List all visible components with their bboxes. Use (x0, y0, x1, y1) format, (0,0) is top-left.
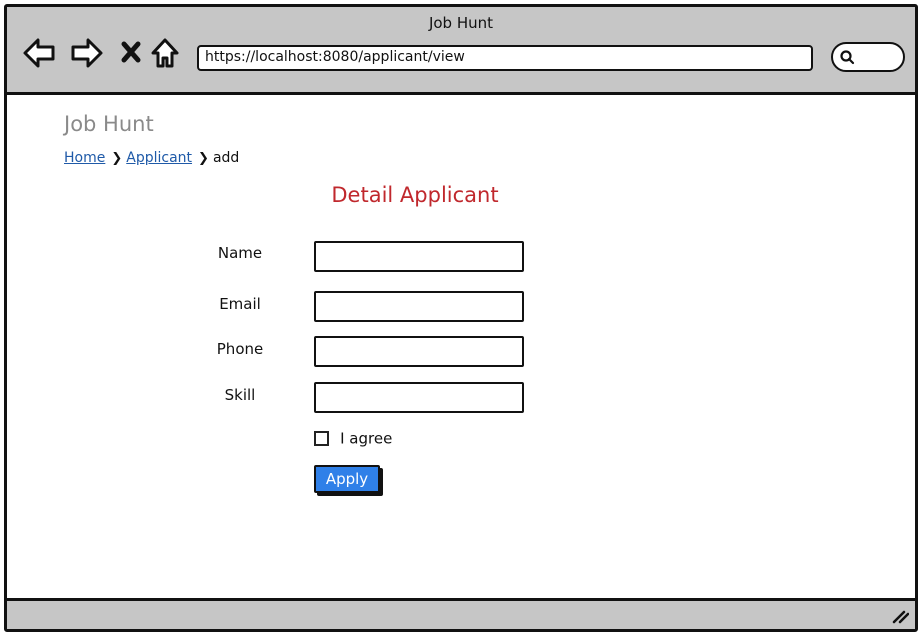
breadcrumb-applicant-link[interactable]: Applicant (126, 150, 192, 166)
page-title: Detail Applicant (331, 183, 499, 207)
back-arrow-icon[interactable] (21, 35, 57, 71)
name-input[interactable] (314, 241, 524, 272)
search-icon (840, 50, 855, 65)
browser-search-box[interactable] (831, 42, 905, 72)
phone-label: Phone (216, 340, 264, 358)
phone-input[interactable] (314, 336, 524, 367)
forward-arrow-icon[interactable] (69, 35, 105, 71)
browser-titlebar: Job Hunt https://localhost:8080/applican… (7, 7, 915, 95)
browser-statusbar (7, 598, 915, 629)
email-label: Email (219, 295, 261, 313)
skill-input[interactable] (314, 382, 524, 413)
apply-button-wrap: Apply (314, 465, 380, 493)
apply-button[interactable]: Apply (314, 465, 380, 493)
skill-label: Skill (224, 386, 256, 404)
app-heading: Job Hunt (64, 112, 154, 136)
chevron-right-icon: ❯ (198, 151, 209, 166)
resize-grip-icon[interactable] (891, 608, 909, 624)
address-bar[interactable]: https://localhost:8080/applicant/view (197, 45, 813, 71)
email-input[interactable] (314, 291, 524, 322)
close-icon[interactable] (115, 35, 151, 71)
agree-label: I agree (340, 429, 393, 448)
page-content: Job Hunt Home ❯ Applicant ❯ add Detail Appli… (7, 98, 915, 598)
agree-row: I agree (314, 428, 392, 448)
name-label: Name (217, 244, 263, 262)
breadcrumb-home-link[interactable]: Home (64, 150, 105, 166)
window-title: Job Hunt (428, 14, 494, 32)
breadcrumb-current: add (212, 150, 240, 166)
breadcrumb: Home ❯ Applicant ❯ add (64, 150, 239, 166)
agree-checkbox[interactable] (314, 431, 329, 446)
home-icon[interactable] (147, 35, 183, 71)
browser-window: Job Hunt https://localhost:8080/applican… (4, 4, 918, 632)
chevron-right-icon: ❯ (111, 151, 123, 166)
